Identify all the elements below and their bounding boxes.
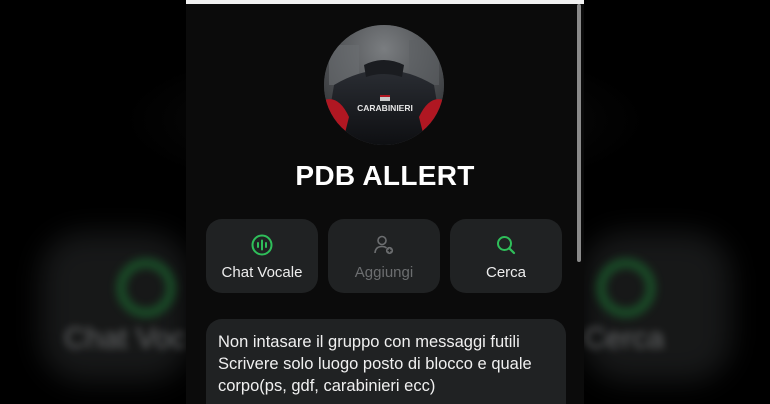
avatar-caption: CARABINIERI <box>357 103 413 113</box>
group-description-card[interactable]: Non intasare il gruppo con messaggi futi… <box>206 319 566 404</box>
voice-chat-icon <box>206 233 318 257</box>
blurred-search-icon <box>598 260 654 316</box>
blurred-label-right: Cerca <box>584 322 665 355</box>
group-name: PDB ALLERT <box>295 160 475 191</box>
voice-chat-label: Chat Vocale <box>221 264 303 281</box>
carabinieri-car-image: CARABINIERI <box>324 25 444 145</box>
group-avatar[interactable]: CARABINIERI <box>324 25 444 145</box>
description-line: corpo(ps, gdf, carabinieri ecc) <box>218 377 436 395</box>
group-info-screen: CARABINIERI PDB ALLERT Chat Vocale Aggiu… <box>186 0 584 404</box>
voice-chat-button[interactable]: Chat Vocale <box>206 219 318 293</box>
blurred-button-left <box>40 232 190 382</box>
search-icon <box>450 233 562 257</box>
group-description: Non intasare il gruppo con messaggi futi… <box>206 319 566 397</box>
description-line: Scrivere solo luogo posto di blocco e qu… <box>218 355 532 373</box>
search-label: Cerca <box>485 264 526 281</box>
top-bar <box>186 0 584 4</box>
search-button[interactable]: Cerca <box>450 219 562 293</box>
add-person-icon <box>328 233 440 257</box>
scrollbar[interactable] <box>577 4 581 262</box>
add-member-button[interactable]: Aggiungi <box>328 219 440 293</box>
blurred-label-left: Chat Voc <box>64 322 186 355</box>
add-member-label: Aggiungi <box>354 264 414 281</box>
blurred-voice-icon <box>118 260 174 316</box>
description-line: Non intasare il gruppo con messaggi futi… <box>218 333 520 351</box>
